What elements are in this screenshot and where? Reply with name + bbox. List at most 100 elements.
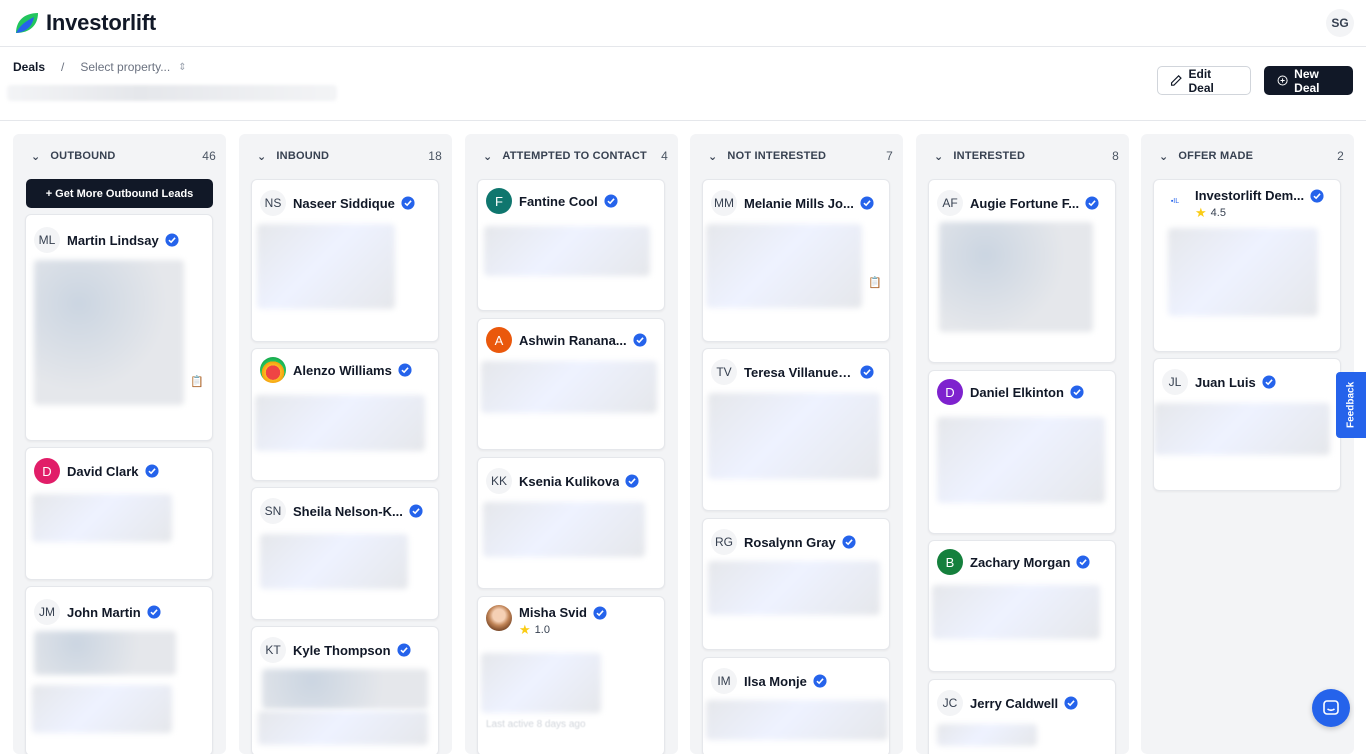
rating: ★ 4.5 [1195,205,1324,221]
clipboard-icon[interactable]: 📋 [868,276,882,289]
deal-card[interactable]: F Fantine Cool [477,179,665,311]
blurred-property-info [708,561,880,615]
contact-name: Ilsa Monje [744,673,807,689]
verified-badge-icon [1085,196,1099,210]
contact-name: Juan Luis [1195,374,1256,390]
blurred-property-info [32,685,172,733]
chevron-down-icon[interactable]: ⌄ [31,150,40,163]
avatar: B [937,549,963,575]
deal-card[interactable]: KT Kyle Thompson [251,626,439,754]
contact-name: Naseer Siddique [293,195,395,211]
column-header[interactable]: ⌄ INTERESTED 8 [916,134,1129,178]
deal-card[interactable]: NS Naseer Siddique [251,179,439,342]
contact-name: Misha Svid [519,605,587,620]
blurred-property-info [257,224,395,309]
user-avatar[interactable]: SG [1326,9,1354,37]
property-select-placeholder: Select property... [80,60,171,74]
app-title: Investorlift [46,10,157,35]
chevron-down-icon[interactable]: ⌄ [257,150,266,163]
contact-name: Rosalynn Gray [744,534,836,550]
chat-icon [1323,700,1339,715]
contact-name: Jerry Caldwell [970,695,1059,711]
deal-card[interactable]: SN Sheila Nelson-K... [251,487,439,620]
verified-badge-icon [144,464,159,478]
deal-card[interactable]: KK Ksenia Kulikova [477,457,665,589]
column-title: OFFER MADE [1178,150,1254,162]
pencil-icon [1170,74,1182,86]
blurred-subtitle [7,85,337,101]
verified-badge-icon [625,474,639,488]
chat-launcher-button[interactable] [1312,689,1350,727]
verified-badge-icon [842,535,856,549]
column-title: NOT INTERESTED [727,150,827,162]
column-title: INBOUND [276,150,330,162]
verified-badge-icon [1064,696,1078,710]
contact-name: Daniel Elkinton [970,384,1064,400]
breadcrumb-deals-link[interactable]: Deals [13,60,45,74]
verified-badge-icon [1262,375,1276,389]
avatar: JM [34,599,60,625]
feedback-tab[interactable]: Feedback [1336,372,1366,438]
deal-card[interactable]: D Daniel Elkinton [928,370,1116,534]
clipboard-icon[interactable]: 📋 [190,375,204,388]
column-header[interactable]: ⌄ NOT INTERESTED 7 [690,134,903,178]
deal-card[interactable]: JM John Martin [25,586,213,754]
avatar: SN [260,498,286,524]
column-header[interactable]: ⌄ OUTBOUND 46 [13,134,226,178]
avatar: JL [1162,369,1188,395]
chevron-down-icon[interactable]: ⌄ [708,150,717,163]
blurred-property-info [708,393,880,479]
avatar: AF [937,190,963,216]
new-deal-button[interactable]: New Deal [1264,66,1353,95]
contact-name: Sheila Nelson-K... [293,503,403,519]
blurred-property-image [939,222,1093,332]
kanban-board: ⌄ OUTBOUND 46 + Get More Outbound Leads … [0,122,1366,754]
column-count: 2 [1337,149,1344,163]
column-interested: ⌄ INTERESTED 8 AF Augie Fortune F... D D… [916,134,1129,754]
column-header[interactable]: ⌄ INBOUND 18 [239,134,452,178]
column-header[interactable]: ⌄ ATTEMPTED TO CONTACT 4 [465,134,678,178]
logo[interactable]: Investorlift [12,9,156,37]
deal-card[interactable]: ML Martin Lindsay 📋 [25,214,213,441]
contact-name: Augie Fortune F... [970,195,1080,211]
edit-deal-button[interactable]: Edit Deal [1157,66,1251,95]
chevron-down-icon[interactable]: ⌄ [934,150,943,163]
blurred-property-info [706,224,862,308]
blurred-property-info [484,226,650,276]
deal-card[interactable]: IM Ilsa Monje [702,657,890,754]
deal-card[interactable]: AF Augie Fortune F... [928,179,1116,363]
top-bar: Investorlift SG [0,0,1366,47]
column-not-interested: ⌄ NOT INTERESTED 7 MM Melanie Mills Jo..… [690,134,903,754]
column-count: 7 [886,149,893,163]
column-outbound: ⌄ OUTBOUND 46 + Get More Outbound Leads … [13,134,226,754]
deal-card[interactable]: ▪IL Investorlift Dem... ★ 4.5 [1153,179,1341,352]
contact-name: Alenzo Williams [293,362,392,378]
deal-card[interactable]: MM Melanie Mills Jo... 📋 [702,179,890,342]
contact-name: Kyle Thompson [293,642,391,658]
blurred-property-image [34,631,176,675]
column-inbound: ⌄ INBOUND 18 NS Naseer Siddique Alenzo W… [239,134,452,754]
verified-badge-icon [813,674,827,688]
column-count: 18 [428,149,442,163]
deal-card[interactable]: TV Teresa Villanuev... [702,348,890,511]
avatar: D [34,458,60,484]
chevron-down-icon[interactable]: ⌄ [1159,150,1168,163]
column-count: 4 [661,149,668,163]
property-select[interactable]: Select property... ⇕ [80,60,186,74]
blurred-property-info [706,700,888,740]
deal-card[interactable]: RG Rosalynn Gray [702,518,890,650]
contact-name: David Clark [67,463,139,479]
rating: ★ 1.0 [519,622,607,638]
avatar: RG [711,529,737,555]
get-more-leads-button[interactable]: + Get More Outbound Leads [26,179,213,208]
column-header[interactable]: ⌄ OFFER MADE 2 [1141,134,1354,178]
deal-card[interactable]: A Ashwin Ranana... [477,318,665,450]
deal-card[interactable]: B Zachary Morgan [928,540,1116,672]
deal-card[interactable]: D David Clark [25,447,213,580]
avatar [260,357,286,383]
blurred-property-info [260,534,408,589]
chevron-down-icon[interactable]: ⌄ [483,150,492,163]
deal-card[interactable]: Misha Svid ★ 1.0 Last active 8 days ago [477,596,665,754]
deal-card[interactable]: Alenzo Williams [251,348,439,481]
deal-card[interactable]: JL Juan Luis [1153,358,1341,491]
